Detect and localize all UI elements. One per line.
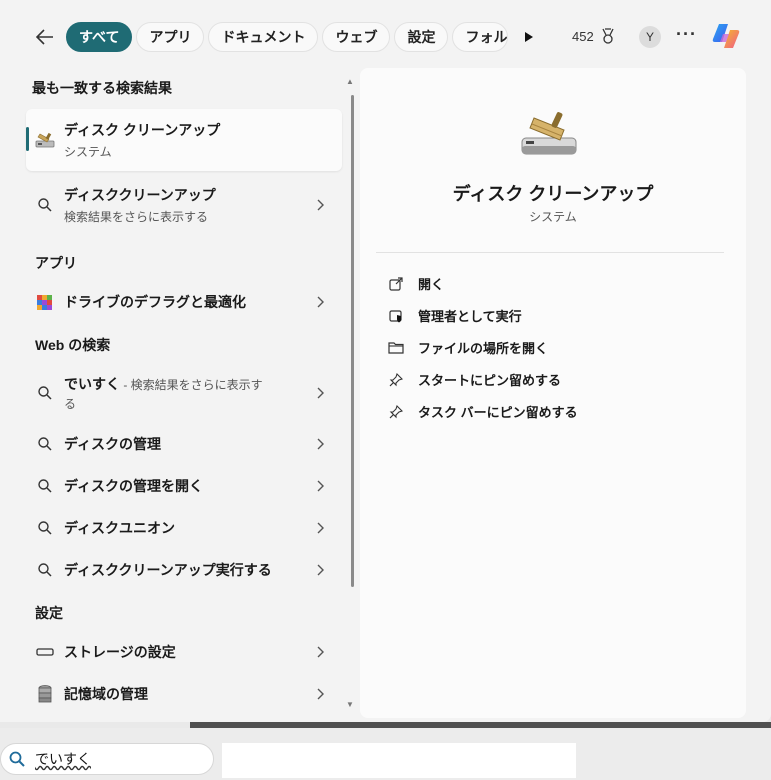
best-match-type: システム bbox=[64, 145, 112, 159]
action-pin-to-taskbar[interactable]: タスク バーにピン留めする bbox=[388, 402, 578, 421]
pin-icon bbox=[389, 404, 403, 418]
action-pin-to-taskbar-label: タスク バーにピン留めする bbox=[418, 405, 578, 420]
copilot-button[interactable] bbox=[710, 20, 742, 52]
web-query-hint: - 検索結果をさらに表示す bbox=[120, 378, 263, 392]
action-open-file-location[interactable]: ファイルの場所を開く bbox=[388, 338, 548, 357]
action-open-label: 開く bbox=[418, 277, 445, 292]
points-value: 452 bbox=[572, 28, 594, 44]
detail-app-type: システム bbox=[529, 210, 577, 224]
search-icon bbox=[9, 751, 25, 767]
best-match-heading: 最も一致する検索結果 bbox=[32, 80, 172, 96]
tab-folders[interactable]: フォル: bbox=[452, 22, 509, 52]
filter-tabs: すべて アプリ ドキュメント ウェブ 設定 フォル: bbox=[66, 22, 509, 52]
results-list: 最も一致する検索結果 ディスク クリーンアップ システム ディスククリーンアップ… bbox=[22, 72, 344, 712]
chevron-right-icon bbox=[317, 646, 324, 658]
more-tabs-button[interactable] bbox=[518, 26, 540, 48]
detail-pane: ディスク クリーンアップ システム 開く 管理者として実行 ファイルの場所を開く… bbox=[360, 68, 746, 718]
detail-app-name: ディスク クリーンアップ bbox=[452, 184, 654, 204]
taskbar-search-input[interactable]: でいすく bbox=[35, 749, 91, 769]
settings-storage-label: ストレージの設定 bbox=[64, 644, 176, 660]
search-icon bbox=[38, 437, 52, 451]
list-item[interactable]: でいすく - 検索結果をさらに表示す る bbox=[26, 368, 342, 418]
web-suggestion-label: ディスククリーンアップ実行する bbox=[64, 562, 272, 578]
action-open[interactable]: 開く bbox=[388, 274, 444, 293]
play-icon bbox=[525, 32, 533, 42]
list-item[interactable]: ドライブのデフラグと最適化 bbox=[26, 285, 342, 319]
web-query-term: でいすく bbox=[64, 376, 120, 392]
taskbar-blank-area bbox=[222, 743, 576, 778]
disk-cleanup-icon bbox=[35, 132, 55, 148]
best-match-name: ディスク クリーンアップ bbox=[64, 122, 221, 138]
chevron-right-icon bbox=[317, 387, 324, 399]
settings-heading: 設定 bbox=[35, 605, 63, 621]
action-pin-to-start-label: スタートにピン留めする bbox=[418, 373, 562, 388]
suggestion-name: ディスククリーンアップ bbox=[64, 187, 216, 203]
scrollbar-thumb[interactable] bbox=[351, 95, 354, 587]
best-match-item[interactable]: ディスク クリーンアップ システム bbox=[26, 109, 342, 171]
tab-apps[interactable]: アプリ bbox=[136, 22, 205, 52]
search-icon bbox=[38, 563, 52, 577]
open-icon bbox=[389, 276, 403, 291]
list-item[interactable]: ディスクユニオン bbox=[26, 511, 342, 545]
list-item[interactable]: ディスククリーンアップ実行する bbox=[26, 553, 342, 587]
defrag-icon bbox=[37, 295, 52, 310]
chevron-right-icon bbox=[317, 688, 324, 700]
list-item[interactable]: ディスククリーンアップ 検索結果をさらに表示する bbox=[26, 180, 342, 230]
search-icon bbox=[38, 386, 52, 400]
pin-icon bbox=[389, 372, 403, 386]
web-query-hint-cont: る bbox=[64, 397, 77, 411]
chevron-right-icon bbox=[317, 564, 324, 576]
chevron-right-icon bbox=[317, 480, 324, 492]
tab-all[interactable]: すべて bbox=[66, 22, 133, 52]
suggestion-sub: 検索結果をさらに表示する bbox=[64, 210, 209, 224]
web-suggestion-label: ディスクの管理 bbox=[64, 436, 162, 452]
action-open-file-location-label: ファイルの場所を開く bbox=[418, 341, 549, 356]
list-item[interactable]: ディスクの管理 bbox=[26, 427, 342, 461]
back-arrow-icon bbox=[36, 29, 53, 45]
chevron-right-icon bbox=[317, 296, 324, 308]
settings-storage-spaces-label: 記憶域の管理 bbox=[64, 686, 148, 702]
search-icon bbox=[38, 198, 52, 212]
disk-cleanup-large-icon bbox=[520, 110, 580, 160]
storage-spaces-icon bbox=[38, 685, 52, 703]
search-icon bbox=[38, 479, 52, 493]
storage-icon bbox=[36, 648, 54, 656]
top-bar: すべて アプリ ドキュメント ウェブ 設定 フォル: 452 Y ··· bbox=[0, 0, 771, 72]
folder-icon bbox=[388, 342, 404, 354]
chevron-right-icon bbox=[317, 199, 324, 211]
app-defrag-label: ドライブのデフラグと最適化 bbox=[64, 294, 246, 310]
shield-icon bbox=[389, 309, 402, 322]
avatar[interactable]: Y bbox=[639, 26, 661, 48]
medal-icon bbox=[602, 28, 614, 44]
search-flyout: すべて アプリ ドキュメント ウェブ 設定 フォル: 452 Y ··· 最も一… bbox=[0, 0, 771, 722]
copilot-icon bbox=[712, 24, 740, 48]
web-suggestion-label: ディスクの管理を開く bbox=[64, 478, 204, 494]
web-suggestion-label: ディスクユニオン bbox=[64, 520, 176, 536]
scroll-down-icon[interactable]: ▼ bbox=[346, 700, 354, 709]
action-pin-to-start[interactable]: スタートにピン留めする bbox=[388, 370, 561, 389]
action-run-as-admin[interactable]: 管理者として実行 bbox=[388, 306, 522, 325]
back-button[interactable] bbox=[32, 24, 58, 50]
taskbar-search-box[interactable]: でいすく bbox=[0, 743, 214, 775]
more-options-button[interactable]: ··· bbox=[676, 24, 697, 45]
tab-web[interactable]: ウェブ bbox=[322, 22, 391, 52]
search-icon bbox=[38, 521, 52, 535]
rewards-points[interactable]: 452 bbox=[572, 28, 616, 44]
tab-documents[interactable]: ドキュメント bbox=[208, 22, 319, 52]
chevron-right-icon bbox=[317, 438, 324, 450]
list-item[interactable]: ストレージの設定 bbox=[26, 635, 342, 669]
chevron-right-icon bbox=[317, 522, 324, 534]
tab-settings[interactable]: 設定 bbox=[394, 22, 449, 52]
web-search-heading: Web の検索 bbox=[35, 337, 111, 353]
selection-indicator bbox=[26, 127, 29, 151]
list-item[interactable]: 記憶域の管理 bbox=[26, 677, 342, 711]
list-item[interactable]: ディスクの管理を開く bbox=[26, 469, 342, 503]
scroll-up-icon[interactable]: ▲ bbox=[346, 77, 354, 86]
action-run-as-admin-label: 管理者として実行 bbox=[418, 309, 522, 324]
apps-heading: アプリ bbox=[35, 255, 77, 271]
divider bbox=[376, 252, 724, 253]
